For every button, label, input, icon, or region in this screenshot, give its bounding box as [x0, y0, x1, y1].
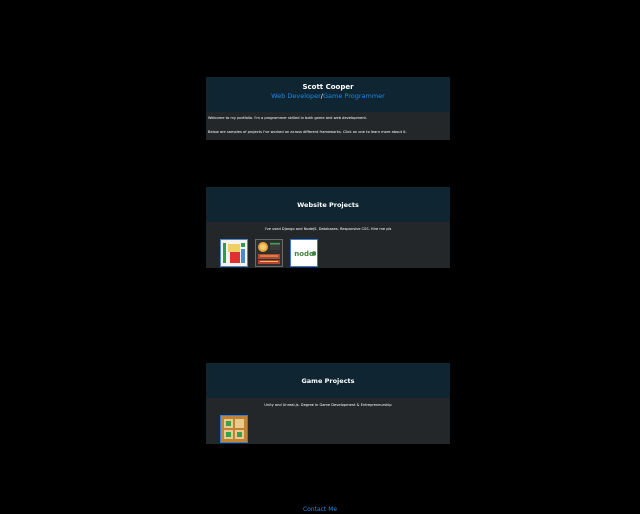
intro-body: Welcome to my portfolio. I'm a programme… — [206, 112, 450, 140]
game-projects-card: Game Projects Unity and Unreal.js. Degre… — [206, 363, 450, 444]
game-project-1-image — [221, 416, 247, 442]
intro-text-samples: Below are samples of projects I've worke… — [208, 130, 407, 134]
website-projects-body: I've used Django and NodeJS. Databases. … — [206, 222, 450, 268]
web-project-2-thumbnail[interactable] — [255, 239, 283, 267]
contact-me-link[interactable]: Contact Me — [0, 506, 640, 514]
intro-card: Scott Cooper Web Developer/Game Programm… — [206, 77, 450, 140]
website-projects-description: I've used Django and NodeJS. Databases. … — [264, 227, 392, 231]
game-projects-body: Unity and Unreal.js. Degree in Game Deve… — [206, 398, 450, 444]
website-projects-title: Website Projects — [206, 187, 450, 222]
roles-line: Web Developer/Game Programmer — [206, 92, 450, 101]
intro-header: Scott Cooper Web Developer/Game Programm… — [206, 77, 450, 112]
website-projects-card: Website Projects I've used Django and No… — [206, 187, 450, 268]
nodejs-logo-text: node — [294, 250, 314, 258]
web-project-1-image — [221, 240, 247, 266]
web-project-2-image — [256, 240, 282, 266]
nodejs-project-thumbnail[interactable]: node — [290, 239, 318, 267]
author-name: Scott Cooper — [302, 83, 354, 91]
role-web-link[interactable]: Web Developer — [271, 92, 321, 100]
nodejs-logo-image: node — [291, 240, 317, 266]
game-projects-description: Unity and Unreal.js. Degree in Game Deve… — [264, 403, 392, 407]
game-project-1-thumbnail[interactable] — [220, 415, 248, 443]
web-project-1-thumbnail[interactable] — [220, 239, 248, 267]
role-game-link[interactable]: Game Programmer — [323, 92, 385, 100]
game-projects-title: Game Projects — [206, 363, 450, 398]
intro-text-welcome: Welcome to my portfolio. I'm a programme… — [208, 116, 368, 120]
